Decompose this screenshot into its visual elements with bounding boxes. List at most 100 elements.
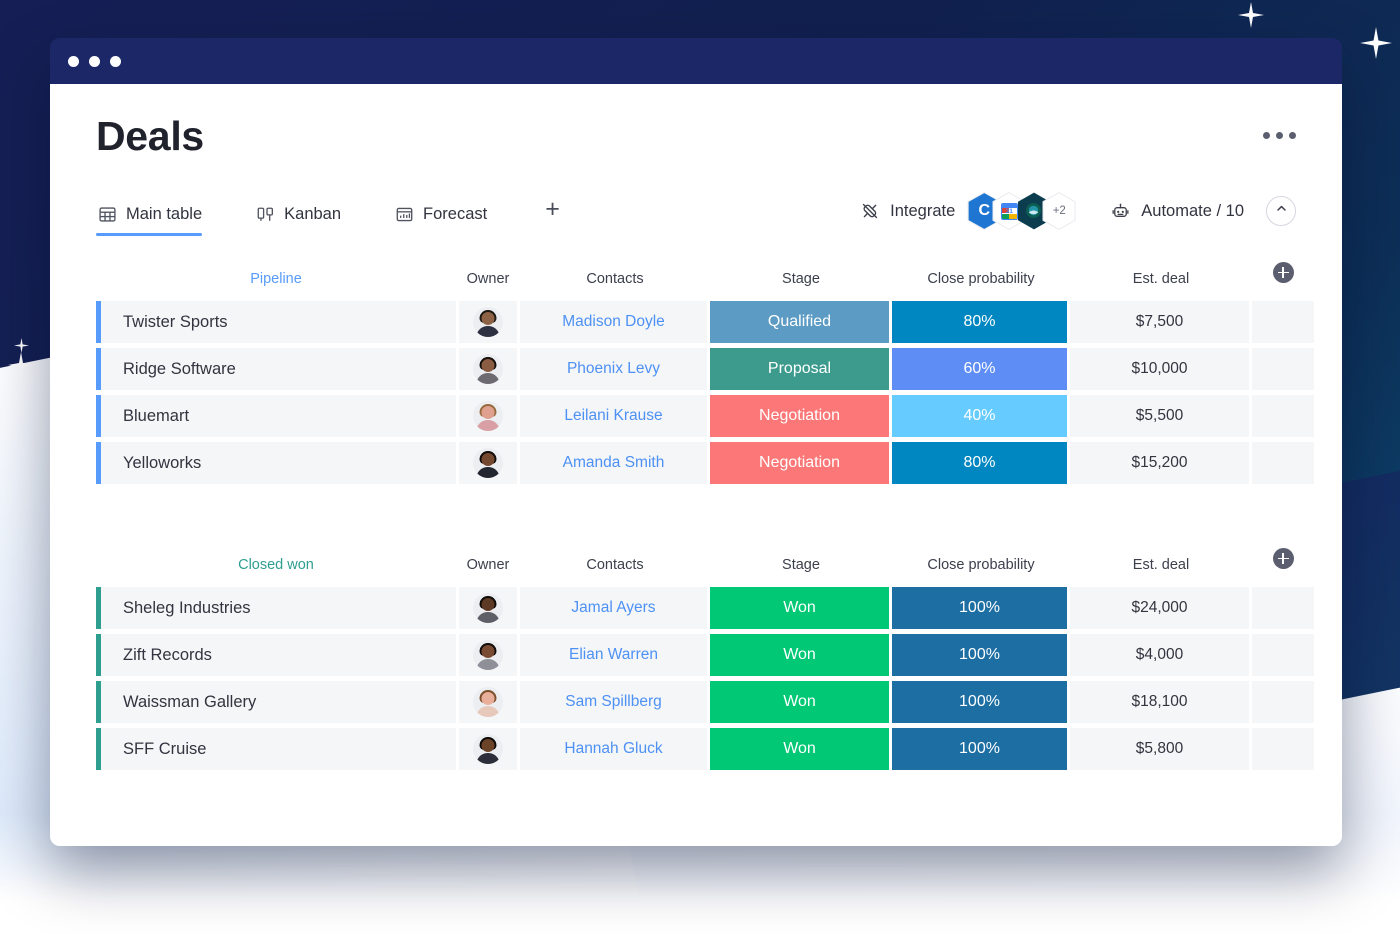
add-column-icon[interactable] — [1273, 548, 1294, 569]
tab-kanban[interactable]: Kanban — [254, 205, 367, 236]
avatar[interactable] — [473, 687, 503, 717]
est-deal-cell[interactable]: $15,200 — [1070, 442, 1252, 484]
contact-cell[interactable]: Sam Spillberg — [520, 681, 710, 723]
row-extra-cell[interactable] — [1252, 301, 1314, 343]
window-minimize-dot[interactable] — [89, 56, 100, 67]
close-probability-cell[interactable]: 80% — [892, 301, 1070, 343]
avatar[interactable] — [473, 354, 503, 384]
column-header-stage[interactable]: Stage — [710, 262, 892, 296]
close-probability-cell[interactable]: 40% — [892, 395, 1070, 437]
integration-overflow-count[interactable]: +2 — [1042, 192, 1076, 230]
integrate-button[interactable]: Integrate — [860, 201, 955, 221]
avatar[interactable] — [473, 448, 503, 478]
contact-cell[interactable]: Hannah Gluck — [520, 728, 710, 770]
table-row[interactable]: Ridge Software Phoenix LevyProposal60%$10… — [96, 348, 1314, 390]
contact-cell[interactable]: Elian Warren — [520, 634, 710, 676]
column-header-owner[interactable]: Owner — [456, 548, 520, 582]
deal-name-cell[interactable]: Zift Records — [96, 634, 456, 676]
deal-name-cell[interactable]: SFF Cruise — [96, 728, 456, 770]
table-row[interactable]: Yelloworks Amanda SmithNegotiation80%$15,… — [96, 442, 1314, 484]
close-probability-cell[interactable]: 100% — [892, 634, 1070, 676]
owner-cell[interactable] — [456, 442, 520, 484]
deal-name-cell[interactable]: Waissman Gallery — [96, 681, 456, 723]
contact-cell[interactable]: Madison Doyle — [520, 301, 710, 343]
column-header-probability[interactable]: Close probability — [892, 262, 1070, 296]
est-deal-cell[interactable]: $4,000 — [1070, 634, 1252, 676]
chevron-up-icon — [1275, 202, 1288, 220]
column-header-deal[interactable]: Est. deal — [1070, 262, 1252, 296]
column-header-probability[interactable]: Close probability — [892, 548, 1070, 582]
stage-cell[interactable]: Proposal — [710, 348, 892, 390]
tab-main-table[interactable]: Main table — [96, 205, 228, 236]
close-probability-cell[interactable]: 80% — [892, 442, 1070, 484]
row-extra-cell[interactable] — [1252, 728, 1314, 770]
table-row[interactable]: Waissman Gallery Sam SpillbergWon100%$18,… — [96, 681, 1314, 723]
add-view-button[interactable]: + — [539, 197, 560, 236]
contact-cell[interactable]: Leilani Krause — [520, 395, 710, 437]
window-maximize-dot[interactable] — [110, 56, 121, 67]
collapse-toolbar-button[interactable] — [1266, 196, 1296, 226]
contact-cell[interactable]: Jamal Ayers — [520, 587, 710, 629]
close-probability-cell[interactable]: 100% — [892, 728, 1070, 770]
avatar[interactable] — [473, 307, 503, 337]
more-options-button[interactable] — [1263, 110, 1296, 139]
est-deal-cell[interactable]: $7,500 — [1070, 301, 1252, 343]
contact-cell[interactable]: Amanda Smith — [520, 442, 710, 484]
owner-cell[interactable] — [456, 587, 520, 629]
deal-name-cell[interactable]: Bluemart — [96, 395, 456, 437]
row-extra-cell[interactable] — [1252, 634, 1314, 676]
row-extra-cell[interactable] — [1252, 395, 1314, 437]
deal-name-cell[interactable]: Yelloworks — [96, 442, 456, 484]
stage-cell[interactable]: Won — [710, 728, 892, 770]
deal-name-cell[interactable]: Ridge Software — [96, 348, 456, 390]
avatar[interactable] — [473, 734, 503, 764]
owner-cell[interactable] — [456, 301, 520, 343]
stage-cell[interactable]: Qualified — [710, 301, 892, 343]
avatar[interactable] — [473, 593, 503, 623]
deal-name-cell[interactable]: Twister Sports — [96, 301, 456, 343]
avatar[interactable] — [473, 640, 503, 670]
est-deal-cell[interactable]: $10,000 — [1070, 348, 1252, 390]
integration-app-stack[interactable]: C 31 — [967, 192, 1076, 230]
est-deal-cell[interactable]: $5,800 — [1070, 728, 1252, 770]
column-header-stage[interactable]: Stage — [710, 548, 892, 582]
column-header-owner[interactable]: Owner — [456, 262, 520, 296]
table-row[interactable]: Twister Sports Madison DoyleQualified80%$… — [96, 301, 1314, 343]
close-probability-cell[interactable]: 60% — [892, 348, 1070, 390]
stage-cell[interactable]: Negotiation — [710, 395, 892, 437]
est-deal-cell[interactable]: $18,100 — [1070, 681, 1252, 723]
row-extra-cell[interactable] — [1252, 348, 1314, 390]
window-close-dot[interactable] — [68, 56, 79, 67]
automate-button[interactable]: Automate / 10 — [1110, 201, 1244, 222]
avatar[interactable] — [473, 401, 503, 431]
add-column-icon[interactable] — [1273, 262, 1294, 283]
table-row[interactable]: SFF Cruise Hannah GluckWon100%$5,800 — [96, 728, 1314, 770]
group-title[interactable]: Pipeline — [96, 262, 456, 296]
table-row[interactable]: Sheleg Industries Jamal AyersWon100%$24,0… — [96, 587, 1314, 629]
group-title[interactable]: Closed won — [96, 548, 456, 582]
column-header-contacts[interactable]: Contacts — [520, 548, 710, 582]
owner-cell[interactable] — [456, 634, 520, 676]
owner-cell[interactable] — [456, 348, 520, 390]
row-extra-cell[interactable] — [1252, 681, 1314, 723]
owner-cell[interactable] — [456, 395, 520, 437]
close-probability-cell[interactable]: 100% — [892, 587, 1070, 629]
table-row[interactable]: Zift Records Elian WarrenWon100%$4,000 — [96, 634, 1314, 676]
tab-forecast[interactable]: Forecast — [393, 205, 513, 236]
column-header-deal[interactable]: Est. deal — [1070, 548, 1252, 582]
table-row[interactable]: Bluemart Leilani KrauseNegotiation40%$5,5… — [96, 395, 1314, 437]
row-extra-cell[interactable] — [1252, 587, 1314, 629]
stage-cell[interactable]: Won — [710, 681, 892, 723]
est-deal-cell[interactable]: $5,500 — [1070, 395, 1252, 437]
stage-cell[interactable]: Won — [710, 634, 892, 676]
owner-cell[interactable] — [456, 728, 520, 770]
row-extra-cell[interactable] — [1252, 442, 1314, 484]
deal-name-cell[interactable]: Sheleg Industries — [96, 587, 456, 629]
contact-cell[interactable]: Phoenix Levy — [520, 348, 710, 390]
est-deal-cell[interactable]: $24,000 — [1070, 587, 1252, 629]
stage-cell[interactable]: Won — [710, 587, 892, 629]
column-header-contacts[interactable]: Contacts — [520, 262, 710, 296]
close-probability-cell[interactable]: 100% — [892, 681, 1070, 723]
owner-cell[interactable] — [456, 681, 520, 723]
stage-cell[interactable]: Negotiation — [710, 442, 892, 484]
